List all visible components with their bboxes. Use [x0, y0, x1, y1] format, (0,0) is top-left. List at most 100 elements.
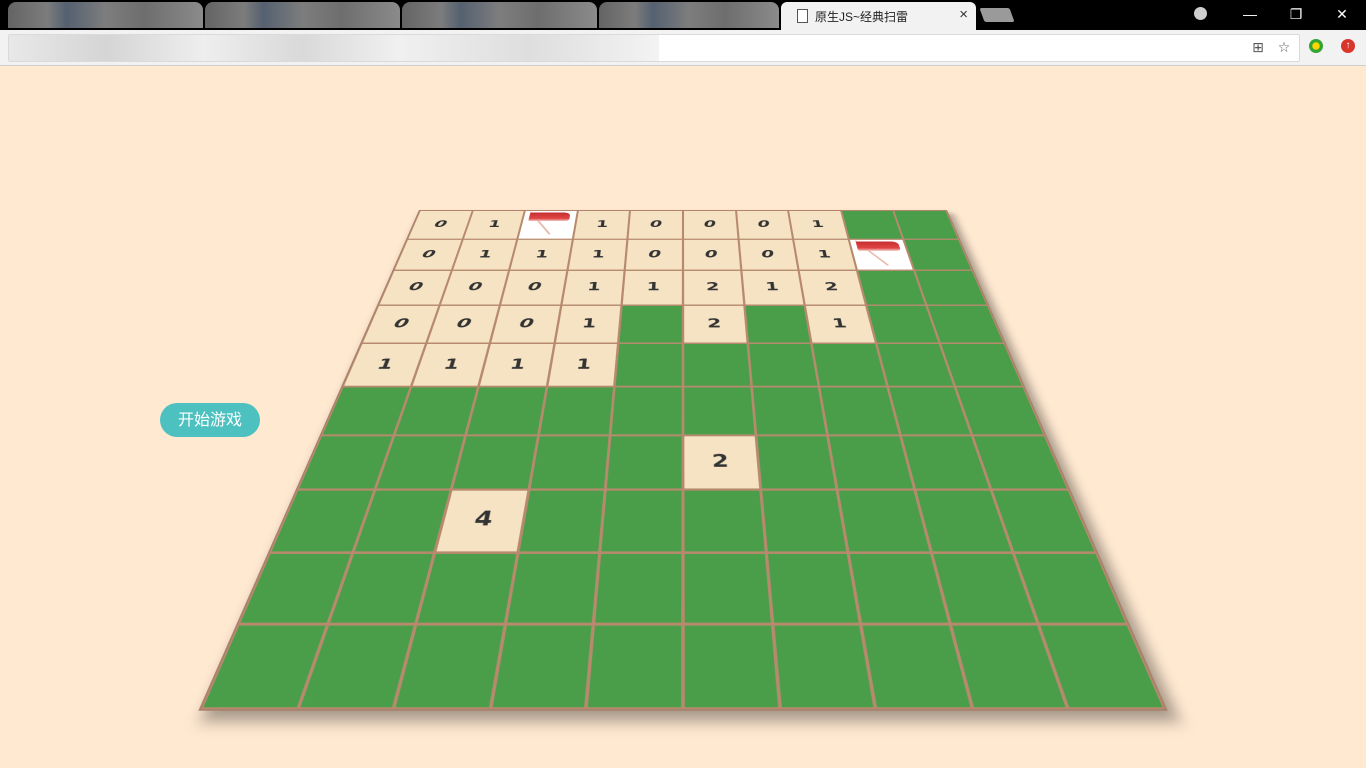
cell-number: 1: [575, 356, 592, 372]
flag-icon: [528, 213, 570, 221]
browser-tab-active[interactable]: 原生JS~经典扫雷 ×: [781, 2, 976, 30]
cell-revealed[interactable]: 0: [683, 239, 741, 270]
cell-number: 0: [466, 281, 483, 294]
cell-number: 1: [581, 317, 597, 332]
cell-closed[interactable]: [940, 344, 1023, 387]
extension-icon[interactable]: [1309, 39, 1323, 53]
cell-revealed[interactable]: 1: [561, 270, 625, 305]
browser-tab-blurred[interactable]: [205, 2, 400, 28]
extension-upload-icon[interactable]: ↑: [1341, 39, 1355, 53]
cell-revealed[interactable]: 1: [567, 239, 628, 270]
new-tab-button[interactable]: [979, 8, 1014, 22]
restore-button[interactable]: ❐: [1273, 0, 1319, 28]
address-bar-blurred-url: [9, 35, 659, 61]
cell-number: 1: [477, 248, 493, 260]
cell-revealed[interactable]: 1: [411, 344, 490, 387]
cell-revealed[interactable]: 1: [793, 239, 856, 270]
cell-closed[interactable]: [915, 270, 988, 305]
cell-revealed[interactable]: 2: [683, 435, 760, 490]
profile-icon[interactable]: [1194, 7, 1207, 20]
cell-closed[interactable]: [747, 344, 819, 387]
minimize-button[interactable]: —: [1227, 0, 1273, 28]
cell-closed[interactable]: [812, 344, 888, 387]
cell-closed[interactable]: [683, 625, 779, 709]
cell-revealed[interactable]: 0: [426, 305, 500, 343]
cell-revealed[interactable]: 2: [799, 270, 866, 305]
cell-revealed[interactable]: 4: [435, 490, 529, 553]
cell-revealed[interactable]: 0: [625, 239, 683, 270]
cell-closed[interactable]: [600, 490, 683, 553]
cell-number: 2: [706, 281, 720, 294]
browser-tab-blurred[interactable]: [8, 2, 203, 28]
cell-revealed[interactable]: 1: [805, 305, 876, 343]
cell-closed[interactable]: [615, 344, 683, 387]
cell-closed[interactable]: [755, 435, 837, 490]
cell-number: 1: [441, 356, 461, 372]
cell-number: 1: [810, 219, 825, 230]
cell-flagged[interactable]: [518, 211, 578, 240]
cell-closed[interactable]: [611, 387, 683, 435]
cell-closed[interactable]: [683, 344, 751, 387]
cell-closed[interactable]: [451, 435, 538, 490]
cell-revealed[interactable]: 1: [547, 344, 619, 387]
cell-number: 2: [823, 281, 839, 294]
cell-number: 1: [508, 356, 526, 372]
cell-revealed[interactable]: 2: [683, 305, 747, 343]
cell-revealed[interactable]: 1: [788, 211, 848, 240]
cell-revealed[interactable]: 1: [479, 344, 555, 387]
cell-revealed[interactable]: 1: [741, 270, 805, 305]
cell-closed[interactable]: [538, 387, 615, 435]
translate-icon[interactable]: ⊞: [1250, 39, 1266, 55]
cell-closed[interactable]: [744, 305, 812, 343]
browser-tab-blurred[interactable]: [599, 2, 779, 28]
cell-number: 4: [472, 508, 495, 532]
cell-closed[interactable]: [529, 435, 611, 490]
cell-revealed[interactable]: 0: [500, 270, 567, 305]
cell-closed[interactable]: [466, 387, 547, 435]
cell-closed[interactable]: [772, 625, 876, 709]
cell-closed[interactable]: [819, 387, 900, 435]
cell-revealed[interactable]: 0: [738, 239, 799, 270]
cell-revealed[interactable]: 0: [683, 211, 738, 240]
browser-titlebar: 原生JS~经典扫雷 × — ❐ ✕: [0, 0, 1366, 30]
cell-closed[interactable]: [619, 305, 683, 343]
cell-revealed[interactable]: 0: [439, 270, 509, 305]
cell-closed[interactable]: [683, 552, 772, 624]
cell-revealed[interactable]: 1: [573, 211, 631, 240]
cell-revealed[interactable]: 1: [451, 239, 517, 270]
address-bar[interactable]: [8, 34, 1300, 62]
cell-closed[interactable]: [683, 387, 755, 435]
cell-revealed[interactable]: 0: [490, 305, 561, 343]
cell-closed[interactable]: [594, 552, 683, 624]
cell-number: 0: [455, 317, 474, 332]
cell-closed[interactable]: [606, 435, 683, 490]
cell-revealed[interactable]: 1: [462, 211, 525, 240]
close-tab-icon[interactable]: ×: [959, 6, 968, 24]
cell-closed[interactable]: [766, 552, 861, 624]
cell-revealed[interactable]: 0: [736, 211, 794, 240]
cell-closed[interactable]: [490, 625, 594, 709]
cell-closed[interactable]: [904, 239, 973, 270]
cell-closed[interactable]: [518, 490, 606, 553]
cell-number: 1: [646, 281, 660, 294]
cell-number: 0: [704, 219, 717, 230]
cell-number: 0: [757, 219, 771, 230]
cell-closed[interactable]: [683, 490, 766, 553]
cell-closed[interactable]: [587, 625, 683, 709]
cell-revealed[interactable]: 1: [554, 305, 622, 343]
cell-closed[interactable]: [416, 552, 518, 624]
bookmark-star-icon[interactable]: ☆: [1276, 39, 1292, 55]
cell-closed[interactable]: [505, 552, 600, 624]
close-window-button[interactable]: ✕: [1319, 0, 1365, 28]
cell-closed[interactable]: [894, 211, 959, 240]
start-game-button[interactable]: 开始游戏: [160, 403, 260, 437]
cell-revealed[interactable]: 1: [509, 239, 572, 270]
cell-revealed[interactable]: 2: [683, 270, 744, 305]
cell-revealed[interactable]: 0: [628, 211, 683, 240]
cell-closed[interactable]: [927, 305, 1005, 343]
cell-revealed[interactable]: 1: [622, 270, 683, 305]
browser-tab-blurred[interactable]: [402, 2, 597, 28]
cell-closed[interactable]: [760, 490, 848, 553]
cell-number: 0: [526, 281, 542, 294]
cell-closed[interactable]: [751, 387, 828, 435]
